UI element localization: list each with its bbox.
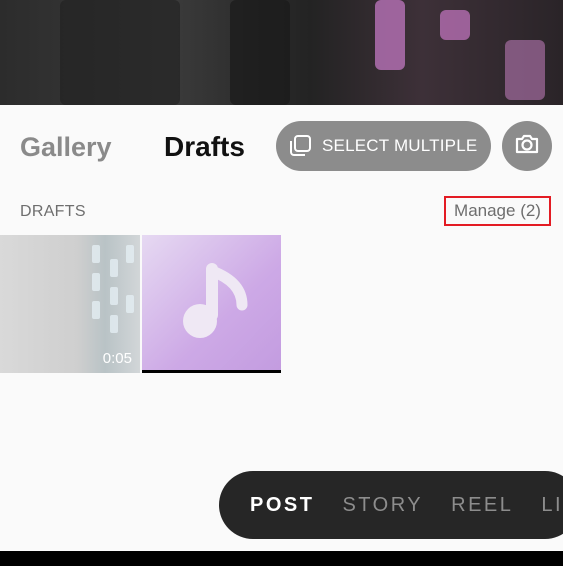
system-nav-bar	[0, 551, 563, 566]
preview-light	[375, 0, 405, 70]
mode-reel[interactable]: REEL	[451, 494, 513, 517]
preview-shadow	[230, 0, 290, 105]
select-multiple-label: SELECT MULTIPLE	[322, 136, 478, 155]
thumbnail-detail	[110, 259, 118, 277]
thumbnail-detail	[92, 301, 100, 319]
preview-light	[505, 40, 545, 100]
capture-mode-bar: POST STORY REEL LI	[219, 471, 563, 539]
preview-shadow	[60, 0, 180, 105]
mode-post[interactable]: POST	[250, 494, 314, 517]
tab-drafts[interactable]: Drafts	[164, 130, 245, 164]
stack-squares-icon	[288, 134, 312, 158]
thumbnail-detail	[126, 245, 134, 263]
camera-button[interactable]	[502, 121, 552, 171]
tab-gallery[interactable]: Gallery	[20, 130, 112, 164]
camera-preview	[0, 0, 563, 105]
thumbnail-detail	[92, 273, 100, 291]
select-multiple-button[interactable]: SELECT MULTIPLE	[276, 121, 491, 171]
mode-live[interactable]: LI	[541, 494, 563, 517]
thumbnail-detail	[110, 287, 118, 305]
camera-icon	[514, 133, 540, 160]
manage-drafts-button[interactable]: Manage (2)	[444, 196, 551, 226]
mode-story[interactable]: STORY	[342, 494, 423, 517]
preview-light	[440, 10, 470, 40]
thumbnail-detail	[110, 315, 118, 333]
video-duration: 0:05	[102, 350, 132, 367]
draft-thumbnail-video[interactable]: 0:05	[0, 235, 140, 373]
drafts-section-label: DRAFTS	[20, 203, 86, 220]
thumbnail-detail	[126, 295, 134, 313]
thumbnail-detail	[92, 245, 100, 263]
draft-thumbnail-audio[interactable]	[142, 235, 281, 373]
